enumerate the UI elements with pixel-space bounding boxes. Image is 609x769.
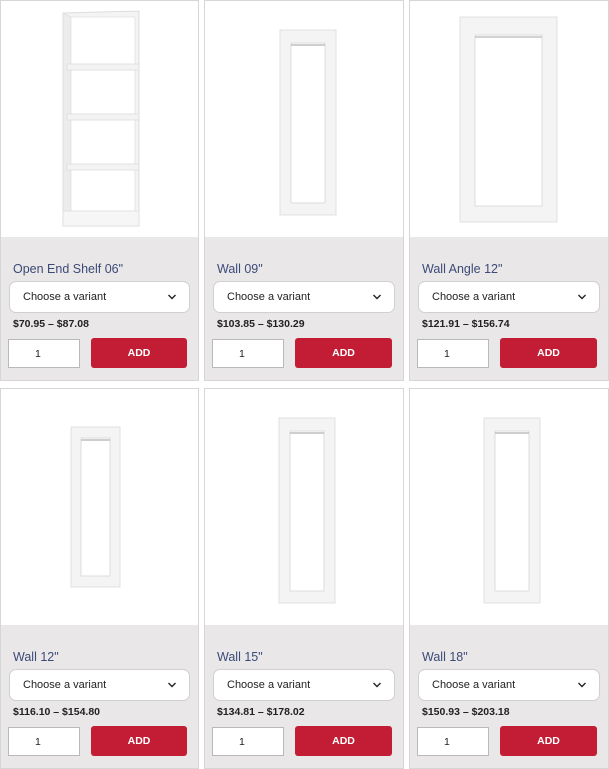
variant-select[interactable]: Choose a variant — [213, 281, 395, 313]
product-card: Open End Shelf 06" Choose a variant $70.… — [0, 0, 199, 381]
product-title[interactable]: Wall 09" — [217, 262, 263, 276]
quantity-input[interactable] — [212, 727, 284, 756]
product-card: Wall 15" Choose a variant $134.81 – $178… — [204, 388, 404, 769]
variant-placeholder: Choose a variant — [227, 291, 311, 303]
product-image[interactable] — [410, 389, 608, 625]
product-image[interactable] — [205, 389, 403, 625]
product-image[interactable] — [205, 1, 403, 237]
variant-placeholder: Choose a variant — [227, 679, 311, 691]
quantity-input[interactable] — [417, 339, 489, 368]
quantity-input[interactable] — [8, 339, 80, 368]
variant-placeholder: Choose a variant — [23, 291, 107, 303]
door-panel-image — [483, 417, 541, 604]
product-title[interactable]: Open End Shelf 06" — [13, 262, 123, 276]
product-card: Wall Angle 12" Choose a variant $121.91 … — [409, 0, 609, 381]
add-to-cart-button[interactable]: ADD — [91, 338, 187, 368]
variant-select[interactable]: Choose a variant — [418, 281, 600, 313]
product-title[interactable]: Wall Angle 12" — [422, 262, 502, 276]
product-price: $150.93 – $203.18 — [422, 706, 510, 718]
add-to-cart-button[interactable]: ADD — [295, 338, 392, 368]
chevron-down-icon — [578, 294, 586, 300]
product-card: Wall 18" Choose a variant $150.93 – $203… — [409, 388, 609, 769]
chevron-down-icon — [578, 682, 586, 688]
product-card: Wall 09" Choose a variant $103.85 – $130… — [204, 0, 404, 381]
quantity-input[interactable] — [212, 339, 284, 368]
door-panel-image — [459, 16, 558, 223]
product-title[interactable]: Wall 15" — [217, 650, 263, 664]
product-card: Wall 12" Choose a variant $116.10 – $154… — [0, 388, 199, 769]
product-price: $121.91 – $156.74 — [422, 318, 510, 330]
product-image[interactable] — [410, 1, 608, 237]
add-to-cart-button[interactable]: ADD — [500, 338, 597, 368]
chevron-down-icon — [168, 682, 176, 688]
door-panel-image — [70, 426, 121, 588]
product-title[interactable]: Wall 12" — [13, 650, 59, 664]
variant-select[interactable]: Choose a variant — [213, 669, 395, 701]
product-image[interactable] — [1, 389, 198, 625]
chevron-down-icon — [373, 682, 381, 688]
product-image[interactable] — [1, 1, 198, 237]
product-price: $103.85 – $130.29 — [217, 318, 305, 330]
variant-placeholder: Choose a variant — [23, 679, 107, 691]
variant-placeholder: Choose a variant — [432, 291, 516, 303]
quantity-input[interactable] — [8, 727, 80, 756]
open-shelf-image — [62, 10, 140, 227]
variant-select[interactable]: Choose a variant — [9, 281, 190, 313]
variant-select[interactable]: Choose a variant — [9, 669, 190, 701]
add-to-cart-button[interactable]: ADD — [295, 726, 392, 756]
product-price: $116.10 – $154.80 — [13, 706, 101, 718]
add-to-cart-button[interactable]: ADD — [500, 726, 597, 756]
door-panel-image — [278, 417, 336, 604]
product-price: $70.95 – $87.08 — [13, 318, 89, 330]
variant-placeholder: Choose a variant — [432, 679, 516, 691]
variant-select[interactable]: Choose a variant — [418, 669, 600, 701]
door-panel-image — [279, 29, 337, 216]
add-to-cart-button[interactable]: ADD — [91, 726, 187, 756]
product-title[interactable]: Wall 18" — [422, 650, 468, 664]
chevron-down-icon — [373, 294, 381, 300]
product-price: $134.81 – $178.02 — [217, 706, 305, 718]
chevron-down-icon — [168, 294, 176, 300]
quantity-input[interactable] — [417, 727, 489, 756]
